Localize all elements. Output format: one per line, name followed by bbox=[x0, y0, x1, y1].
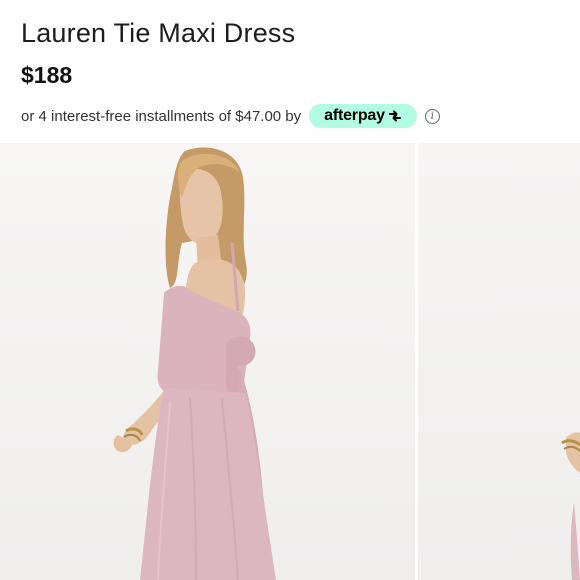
model-photo bbox=[113, 147, 276, 580]
product-title: Lauren Tie Maxi Dress bbox=[21, 18, 296, 48]
product-image-main[interactable] bbox=[0, 143, 415, 580]
installments-row: or 4 interest-free installments of $47.0… bbox=[21, 103, 440, 129]
afterpay-badge[interactable]: afterpay bbox=[309, 104, 417, 128]
afterpay-arrows-icon bbox=[388, 110, 401, 122]
product-image-next[interactable] bbox=[418, 143, 580, 580]
product-image-gallery[interactable] bbox=[0, 143, 580, 580]
afterpay-logo-text: afterpay bbox=[324, 107, 385, 124]
installments-text: or 4 interest-free installments of $47.0… bbox=[21, 107, 302, 125]
info-icon[interactable]: i bbox=[424, 108, 440, 124]
product-price: $188 bbox=[21, 62, 73, 88]
model-photo-partial bbox=[561, 432, 580, 580]
